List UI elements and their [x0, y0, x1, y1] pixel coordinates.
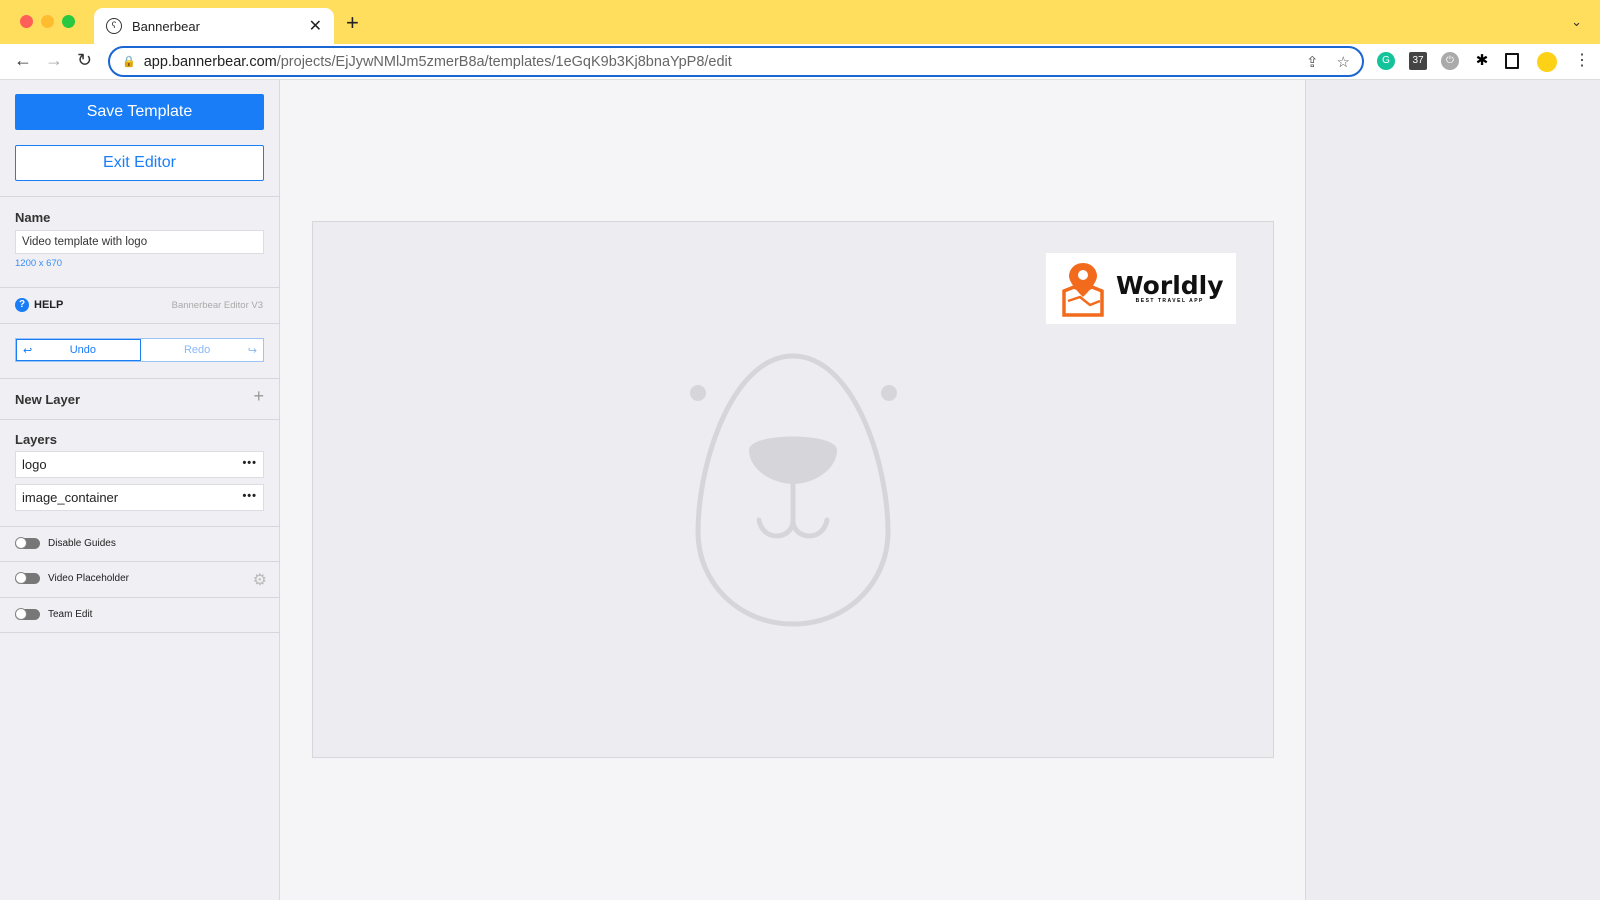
help-label: HELP [34, 299, 64, 311]
exit-editor-button[interactable]: Exit Editor [15, 145, 264, 181]
redo-label: Redo [183, 344, 211, 356]
extensions-puzzle-icon[interactable]: ✱ [1473, 52, 1491, 70]
new-tab-button[interactable]: + [346, 10, 359, 36]
undo-label: Undo [69, 344, 96, 356]
template-name-input[interactable]: Video template with logo [15, 230, 264, 254]
share-icon[interactable]: ⇪ [1306, 53, 1319, 71]
grammarly-extension-icon[interactable]: G [1377, 52, 1395, 70]
layer-more-icon[interactable]: ••• [242, 457, 257, 472]
browser-tab[interactable]: ʕ Bannerbear ✕ [94, 8, 334, 44]
undo-button[interactable]: ↩ Undo [16, 339, 141, 361]
editor-version: Bannerbear Editor V3 [171, 300, 263, 311]
profile-avatar[interactable] [1537, 52, 1557, 72]
forward-icon[interactable]: → [45, 50, 63, 71]
layer-more-icon[interactable]: ••• [242, 490, 257, 505]
divider [0, 196, 280, 197]
bookmark-star-icon[interactable]: ☆ [1337, 53, 1350, 71]
editor-sidebar: Save Template Exit Editor Name Video tem… [0, 80, 280, 900]
disable-guides-row: Disable Guides [15, 537, 116, 549]
new-layer-label[interactable]: New Layer [15, 392, 80, 407]
toggle-label: Disable Guides [48, 538, 116, 549]
calendar-extension-icon[interactable]: 37 [1409, 52, 1427, 70]
browser-tab-bar: ʕ Bannerbear ✕ + ⌄ [0, 0, 1600, 44]
team-edit-row: Team Edit [15, 608, 93, 620]
divider [0, 526, 280, 527]
bear-favicon-icon: ʕ [106, 18, 122, 34]
side-panel-icon[interactable] [1505, 53, 1519, 69]
video-placeholder-toggle[interactable] [15, 572, 40, 584]
name-label: Name [15, 210, 51, 225]
tab-title: Bannerbear [132, 18, 200, 34]
layers-label: Layers [15, 432, 57, 447]
window-controls [20, 15, 75, 28]
divider [0, 597, 280, 598]
close-window-button[interactable] [20, 15, 33, 28]
browser-toolbar: ← → ↻ 🔒 app.bannerbear.com/projects/EjJy… [0, 44, 1600, 80]
layer-item-logo[interactable]: logo ••• [15, 451, 264, 478]
divider [0, 378, 280, 379]
disable-guides-toggle[interactable] [15, 537, 40, 549]
add-layer-plus-icon[interactable]: + [253, 386, 264, 407]
toggle-label: Video Placeholder [48, 573, 129, 584]
layer-name: logo [22, 457, 47, 472]
map-pin-icon [1062, 262, 1104, 317]
undo-icon: ↩ [23, 344, 33, 357]
minimize-window-button[interactable] [41, 15, 54, 28]
template-canvas[interactable]: Worldly BEST TRAVEL APP [312, 221, 1274, 758]
template-dimensions[interactable]: 1200 x 670 [15, 258, 62, 269]
video-placeholder-row: Video Placeholder [15, 572, 129, 584]
team-edit-toggle[interactable] [15, 608, 40, 620]
back-icon[interactable]: ← [14, 50, 32, 71]
worldly-logo-layer[interactable]: Worldly BEST TRAVEL APP [1046, 253, 1236, 324]
properties-panel [1305, 80, 1600, 900]
redo-button[interactable]: Redo ↪ [141, 339, 264, 361]
divider [0, 419, 280, 420]
tab-search-chevron-icon[interactable]: ⌄ [1571, 14, 1582, 30]
redo-icon: ↪ [247, 344, 257, 357]
divider [0, 632, 280, 633]
layer-name: image_container [22, 490, 119, 505]
maximize-window-button[interactable] [62, 15, 75, 28]
divider [0, 287, 280, 288]
power-extension-icon[interactable]: ⏻ [1441, 52, 1459, 70]
undo-redo-group: ↩ Undo Redo ↪ [15, 338, 264, 362]
divider [0, 323, 280, 324]
address-bar[interactable]: 🔒 app.bannerbear.com/projects/EjJywNMlJm… [108, 46, 1364, 77]
help-link[interactable]: ? HELP [15, 298, 63, 312]
close-tab-icon[interactable]: ✕ [309, 16, 322, 36]
url-host: app.bannerbear.com [143, 53, 277, 70]
divider [0, 561, 280, 562]
url-path: /projects/EjJywNMlJm5zmerB8a/templates/1… [276, 53, 732, 70]
reload-icon[interactable]: ↻ [77, 50, 92, 71]
save-template-button[interactable]: Save Template [15, 94, 264, 130]
toggle-label: Team Edit [48, 609, 93, 620]
logo-wordmark: Worldly [1116, 271, 1224, 300]
help-question-icon: ? [15, 298, 29, 312]
browser-menu-icon[interactable]: ⋮ [1574, 50, 1590, 70]
layer-item-image-container[interactable]: image_container ••• [15, 484, 264, 511]
lock-icon: 🔒 [122, 56, 136, 68]
gear-icon[interactable]: ⚙ [253, 570, 267, 590]
